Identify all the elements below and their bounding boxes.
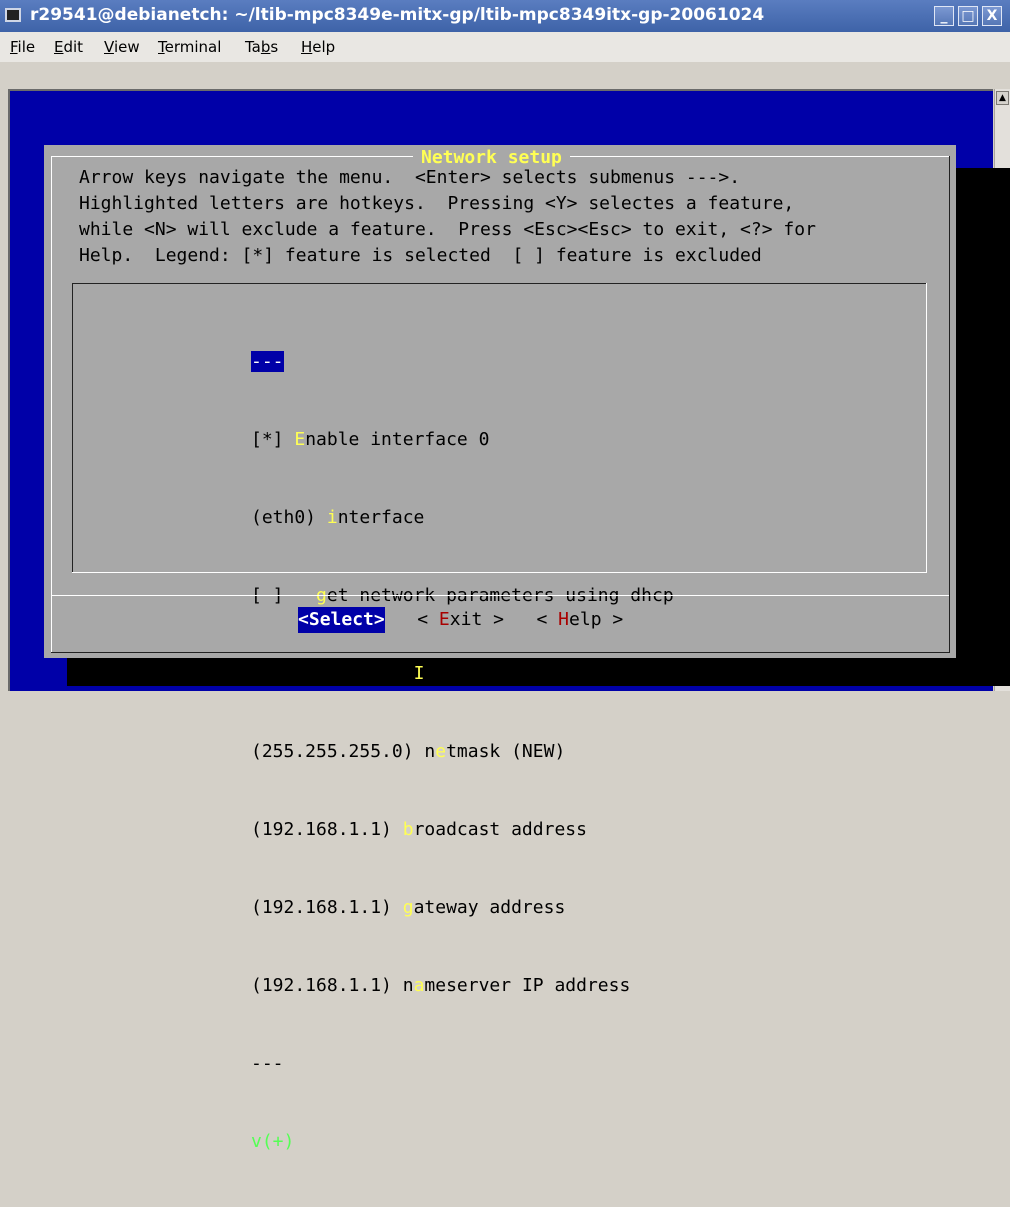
- menu-box-border-right: [926, 283, 927, 573]
- btn-label: elect: [319, 609, 374, 630]
- btn-bracket: <: [298, 609, 309, 630]
- item-hotkey: e: [435, 741, 447, 762]
- close-button[interactable]: X: [982, 6, 1002, 26]
- menu-file-rest: ile: [17, 38, 36, 56]
- terminal-app-icon[interactable]: [5, 8, 21, 22]
- scroll-up-arrow-icon[interactable]: ▲: [996, 91, 1009, 105]
- window-titlebar: r29541@debianetch: ~/ltib-mpc8349e-mitx-…: [0, 0, 1010, 32]
- item-label: nterface: [337, 507, 425, 528]
- menubar: File Edit View Terminal Tabs Help: [0, 32, 1010, 63]
- menu-view-rest: iew: [113, 38, 140, 56]
- menu-box-border-top: [72, 283, 927, 284]
- menu-item-nameserver[interactable]: (192.168.1.1) nameserver IP address: [251, 973, 674, 999]
- item-prefix: (255.255.255.0) n: [251, 741, 436, 762]
- item-hotkey: b: [402, 819, 414, 840]
- config-menu-list: --- [*] Enable interface 0 (eth0) interf…: [251, 297, 674, 1207]
- dialog-buttons: <Select> < Exit > < Help >: [298, 607, 623, 633]
- terminal-top-gap: [0, 62, 1010, 89]
- menu-box-border-left: [72, 283, 73, 573]
- exit-button[interactable]: < Exit >: [417, 607, 504, 633]
- menu-file-mnemonic: F: [10, 38, 18, 56]
- maximize-button[interactable]: □: [958, 6, 978, 26]
- menu-item-ip-address[interactable]: (192.168.1.10) IP address: [251, 661, 674, 687]
- btn-hotkey: E: [438, 609, 450, 630]
- menu-help[interactable]: Help: [301, 38, 335, 56]
- btn-bracket: >: [482, 609, 504, 630]
- item-label: roadcast address: [413, 819, 587, 840]
- menu-tabs-pre: Ta: [245, 38, 261, 56]
- menu-help-rest: elp: [312, 38, 336, 56]
- dialog-frame-right: [949, 156, 950, 652]
- menu-edit-rest: dit: [63, 38, 84, 56]
- item-label: P address: [424, 663, 522, 684]
- dialog-frame-left: [51, 156, 52, 652]
- menu-top-separator[interactable]: ---: [251, 349, 674, 375]
- item-label: ateway address: [413, 897, 566, 918]
- btn-bracket: >: [373, 609, 385, 630]
- buttons-separator: [51, 595, 949, 596]
- menu-item-enable-interface[interactable]: [*] Enable interface 0: [251, 427, 674, 453]
- item-label: meserver IP address: [424, 975, 631, 996]
- btn-bracket: <: [417, 609, 439, 630]
- item-hotkey: a: [413, 975, 425, 996]
- btn-hotkey: H: [558, 609, 570, 630]
- window-title: r29541@debianetch: ~/ltib-mpc8349e-mitx-…: [30, 5, 765, 25]
- item-prefix: (192.168.1.10): [251, 663, 414, 684]
- menu-item-gateway[interactable]: (192.168.1.1) gateway address: [251, 895, 674, 921]
- menu-edit[interactable]: Edit: [54, 38, 83, 56]
- btn-bracket: <: [536, 609, 559, 630]
- item-label: nable interface 0: [305, 429, 490, 450]
- help-line: Highlighted letters are hotkeys. Pressin…: [79, 193, 795, 214]
- item-prefix: (eth0): [251, 507, 327, 528]
- item-hotkey: i: [326, 507, 338, 528]
- menu-item-netmask[interactable]: (255.255.255.0) netmask (NEW): [251, 739, 674, 765]
- help-button[interactable]: < Help >: [536, 607, 623, 633]
- item-hotkey: g: [402, 897, 414, 918]
- item-prefix: (192.168.1.1): [251, 897, 403, 918]
- btn-label: xit: [449, 609, 483, 630]
- item-hotkey: E: [294, 429, 306, 450]
- menu-tabs-mnemonic: b: [260, 38, 271, 56]
- btn-bracket: >: [601, 609, 624, 630]
- menu-item-dhcp[interactable]: [ ] get network parameters using dhcp: [251, 583, 674, 609]
- menu-item-broadcast[interactable]: (192.168.1.1) broadcast address: [251, 817, 674, 843]
- menu-file[interactable]: File: [10, 38, 35, 56]
- item-prefix: [*]: [251, 429, 295, 450]
- item-prefix: (192.168.1.1) n: [251, 975, 414, 996]
- menu-bottom-separator[interactable]: ---: [251, 1051, 674, 1077]
- select-button[interactable]: <Select>: [298, 607, 385, 633]
- btn-label: elp: [569, 609, 602, 630]
- help-line: Help. Legend: [*] feature is selected [ …: [79, 245, 762, 266]
- menu-help-mnemonic: H: [301, 38, 313, 56]
- menu-tabs-rest: s: [270, 38, 279, 56]
- menu-tabs[interactable]: Tabs: [245, 38, 278, 56]
- network-setup-dialog: Network setup Arrow keys navigate the me…: [44, 145, 956, 1152]
- dialog-help-text: Arrow keys navigate the menu. <Enter> se…: [79, 165, 816, 269]
- btn-hotkey: S: [308, 609, 320, 630]
- menu-item-interface[interactable]: (eth0) interface: [251, 505, 674, 531]
- item-label: tmask (NEW): [446, 741, 566, 762]
- menu-terminal-rest: erminal: [164, 38, 222, 56]
- help-line: Arrow keys navigate the menu. <Enter> se…: [79, 167, 741, 188]
- help-line: while <N> will exclude a feature. Press …: [79, 219, 816, 240]
- menu-view-mnemonic: V: [104, 38, 114, 56]
- menu-terminal-mnemonic: T: [158, 38, 165, 56]
- item-prefix: (192.168.1.1): [251, 819, 403, 840]
- minimize-button[interactable]: _: [934, 6, 954, 26]
- selected-separator: ---: [251, 351, 284, 372]
- item-hotkey: I: [413, 663, 425, 684]
- menu-terminal[interactable]: Terminal: [158, 38, 221, 56]
- more-items-indicator: v(+): [251, 1131, 295, 1152]
- menu-view[interactable]: View: [104, 38, 140, 56]
